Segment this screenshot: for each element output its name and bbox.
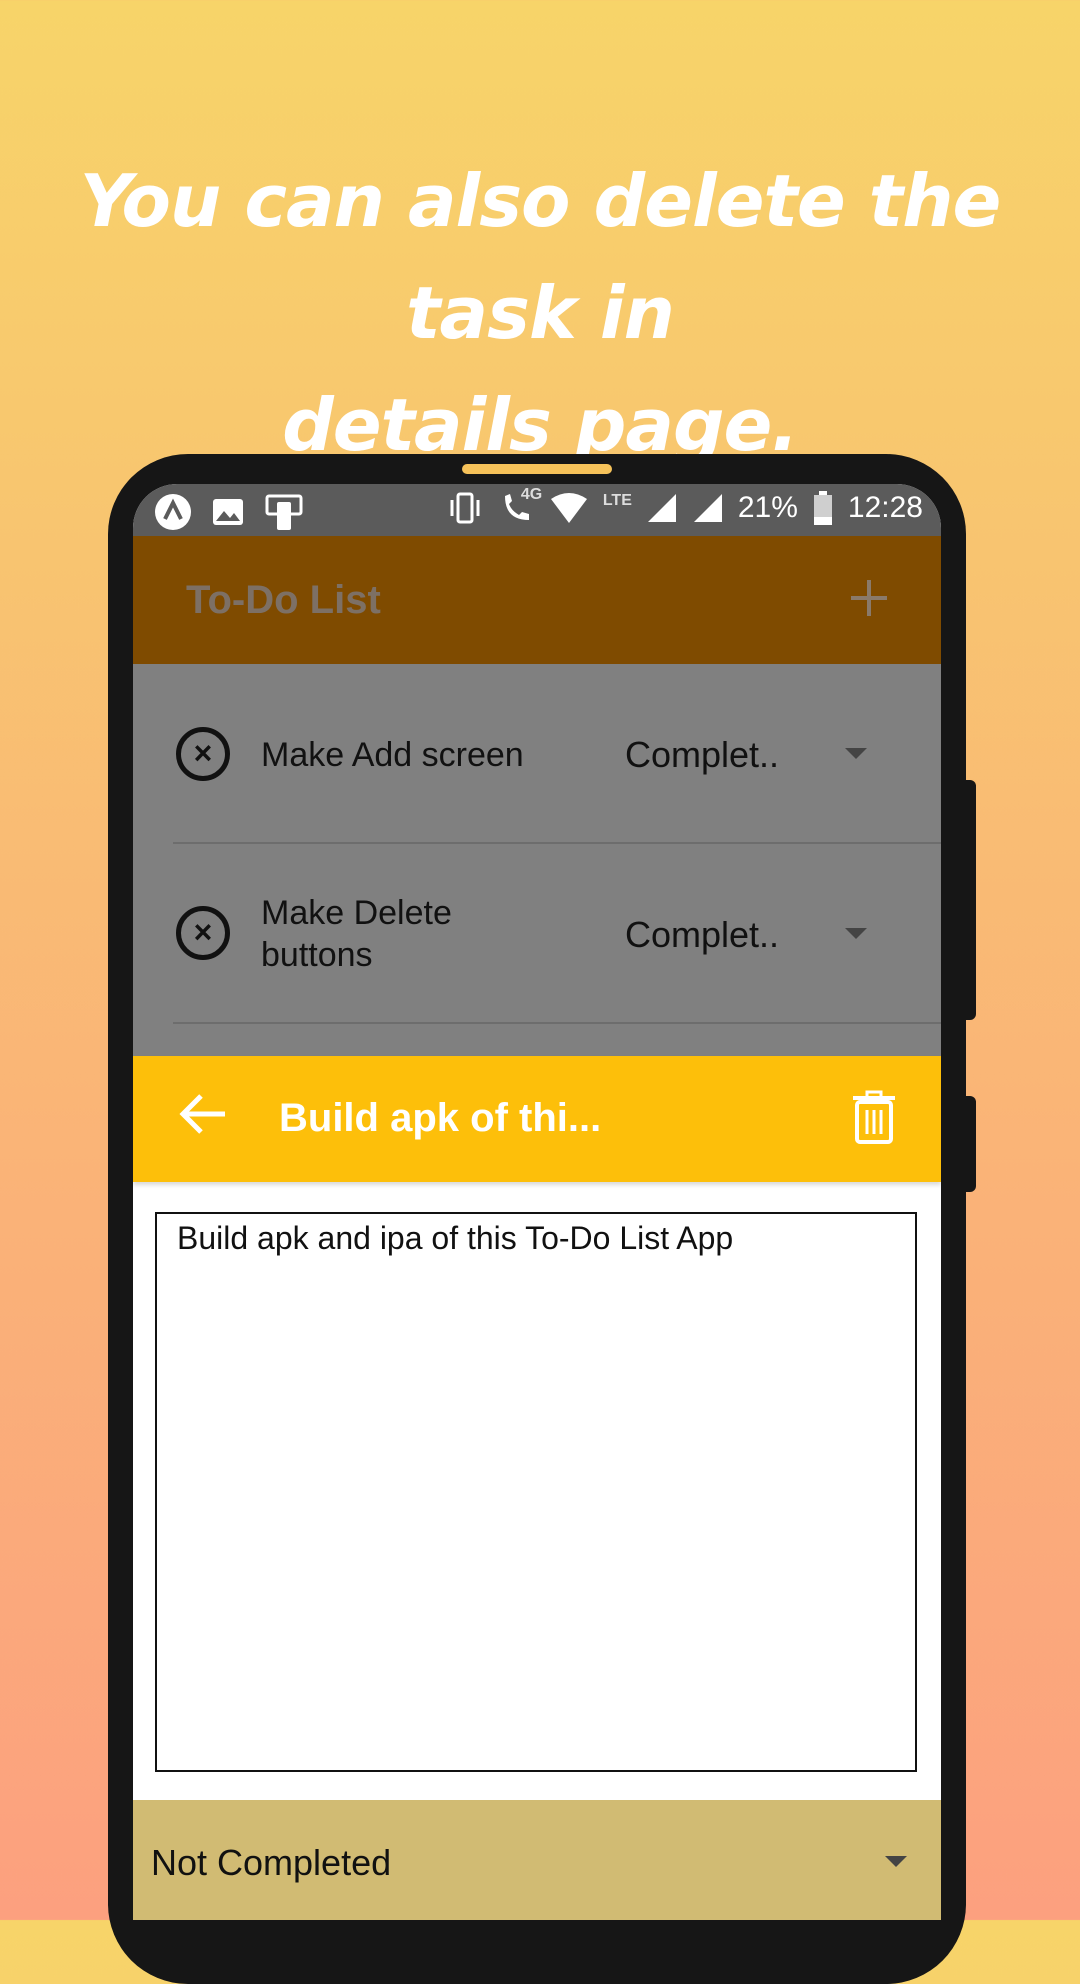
signal-icon-1 <box>647 494 676 522</box>
promo-headline: You can also delete the task in details … <box>0 145 1080 481</box>
task-status-dropdown[interactable]: Complet.. <box>625 734 779 776</box>
task-label: Make Add screen <box>261 736 524 774</box>
lte-label: LTE <box>602 492 632 509</box>
app-bar: To-Do List <box>133 536 941 664</box>
task-status-dropdown[interactable]: Complet.. <box>625 914 779 956</box>
arrow-left-icon <box>179 1094 225 1134</box>
wifi-icon <box>550 493 587 523</box>
task-label: Make Delete buttons <box>261 894 452 974</box>
chevron-down-icon[interactable] <box>845 748 867 759</box>
detail-title: Build apk of thi... <box>279 1096 602 1140</box>
task-description-textarea[interactable]: Build apk and ipa of this To-Do List App <box>155 1212 917 1772</box>
wifi-calling-icon: 4G <box>499 486 542 526</box>
battery-icon <box>813 491 832 525</box>
phone-power-button <box>966 1096 976 1192</box>
task-list: × Make Add screen Complet.. × Make Delet… <box>133 664 941 1056</box>
app-notification-icon <box>155 494 191 530</box>
close-circle-icon[interactable]: × <box>176 906 230 960</box>
task-row[interactable]: × Make Add screen Complet.. <box>133 664 941 844</box>
back-button[interactable] <box>177 1084 229 1144</box>
status-value: Not Completed <box>151 1842 392 1883</box>
detail-app-bar: Build apk of thi... <box>133 1056 941 1182</box>
phone-speaker <box>462 464 612 474</box>
vibrate-icon <box>450 492 480 524</box>
chevron-down-icon[interactable] <box>845 928 867 939</box>
device-screen-icon <box>265 494 303 530</box>
task-row[interactable]: × Make Delete buttons Complet.. <box>133 844 941 1024</box>
signal-icon-2 <box>693 494 722 522</box>
network-type-label: 4G <box>520 486 543 503</box>
battery-percent: 21% <box>737 491 798 524</box>
status-bar: 4G LTE 21% 12:28 <box>133 484 941 536</box>
clock: 12:28 <box>847 491 923 524</box>
system-icons: 4G LTE 21% 12:28 <box>445 486 923 526</box>
trash-icon <box>853 1090 895 1144</box>
notification-icons <box>153 492 305 532</box>
image-icon <box>213 499 243 525</box>
plus-icon <box>851 580 887 616</box>
chevron-down-icon[interactable] <box>885 1856 907 1867</box>
phone-screen: 4G LTE 21% 12:28 To-Do List × Make Add s… <box>133 484 941 1920</box>
delete-task-button[interactable] <box>851 1090 897 1144</box>
task-status-select[interactable]: Not Completed <box>133 1800 941 1920</box>
add-task-button[interactable] <box>837 566 901 630</box>
close-circle-icon[interactable]: × <box>176 727 230 781</box>
headline-line-1: You can also delete the task in <box>79 159 1002 355</box>
row-divider <box>173 1022 941 1024</box>
phone-volume-button <box>966 780 976 1020</box>
app-title: To-Do List <box>186 578 381 622</box>
